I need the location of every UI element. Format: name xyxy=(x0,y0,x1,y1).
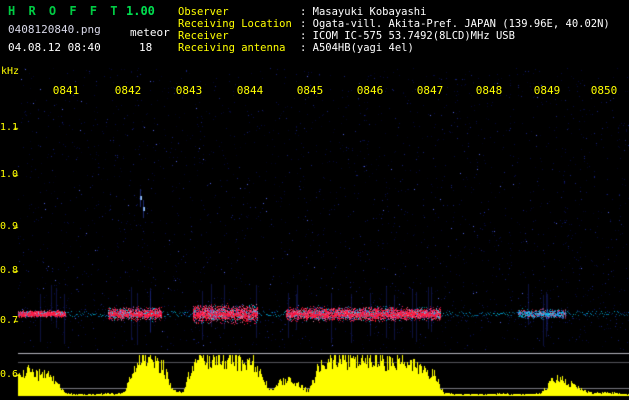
freq-tick-label: 0.9 xyxy=(0,221,19,232)
receiver-row: Receiver : ICOM IC-575 53.7492(8LCD)MHz … xyxy=(178,30,629,42)
time-tick-label: 0841 xyxy=(52,84,80,97)
info-value: : Ogata-vill. Akita-Pref. JAPAN (139.96E… xyxy=(300,18,610,30)
info-value: : ICOM IC-575 53.7492(8LCD)MHz USB xyxy=(300,30,515,42)
spectrogram-canvas xyxy=(0,0,629,400)
info-label: Receiving antenna xyxy=(178,42,286,54)
time-tick-label: 0847 xyxy=(416,84,444,97)
time-tick-label: 0846 xyxy=(356,84,384,97)
output-filename: 0408120840.png xyxy=(8,23,101,36)
time-tick-label: 0849 xyxy=(533,84,561,97)
observer-row: Observer : Masayuki Kobayashi xyxy=(178,6,629,18)
freq-tick-label: 0.6 xyxy=(0,369,19,380)
info-label: Observer xyxy=(178,6,229,18)
info-value: : Masayuki Kobayashi xyxy=(300,6,427,18)
info-label: Receiver xyxy=(178,30,229,42)
receiving-location-row: Receiving Location : Ogata-vill. Akita-P… xyxy=(178,18,629,30)
time-tick-label: 0844 xyxy=(236,84,264,97)
freq-tick-label: 1.0 xyxy=(0,169,19,180)
info-label: Receiving Location xyxy=(178,18,292,30)
meteor-count-value: 18 xyxy=(139,41,153,54)
time-tick-label: 0850 xyxy=(590,84,618,97)
freq-axis-unit: kHz xyxy=(1,66,20,77)
time-tick-label: 0845 xyxy=(296,84,324,97)
timestamp: 04.08.12 08:40 xyxy=(8,41,101,54)
freq-tick-label: 0.7 xyxy=(0,315,19,326)
station-info: Observer : Masayuki Kobayashi Receiving … xyxy=(178,2,629,58)
freq-tick-label: 1.1 xyxy=(0,122,19,133)
time-tick-label: 0848 xyxy=(475,84,503,97)
freq-tick-label: 0.8 xyxy=(0,265,19,276)
info-value: : A504HB(yagi 4el) xyxy=(300,42,414,54)
time-tick-label: 0842 xyxy=(114,84,142,97)
app-title: H R O F F T xyxy=(8,4,121,18)
hrofft-window: H R O F F T 1.00 0408120840.png meteor 0… xyxy=(0,0,629,400)
app-version: 1.00 xyxy=(126,4,155,18)
meteor-counter-label: meteor xyxy=(130,26,170,39)
receiving-antenna-row: Receiving antenna : A504HB(yagi 4el) xyxy=(178,42,629,54)
time-tick-label: 0843 xyxy=(175,84,203,97)
